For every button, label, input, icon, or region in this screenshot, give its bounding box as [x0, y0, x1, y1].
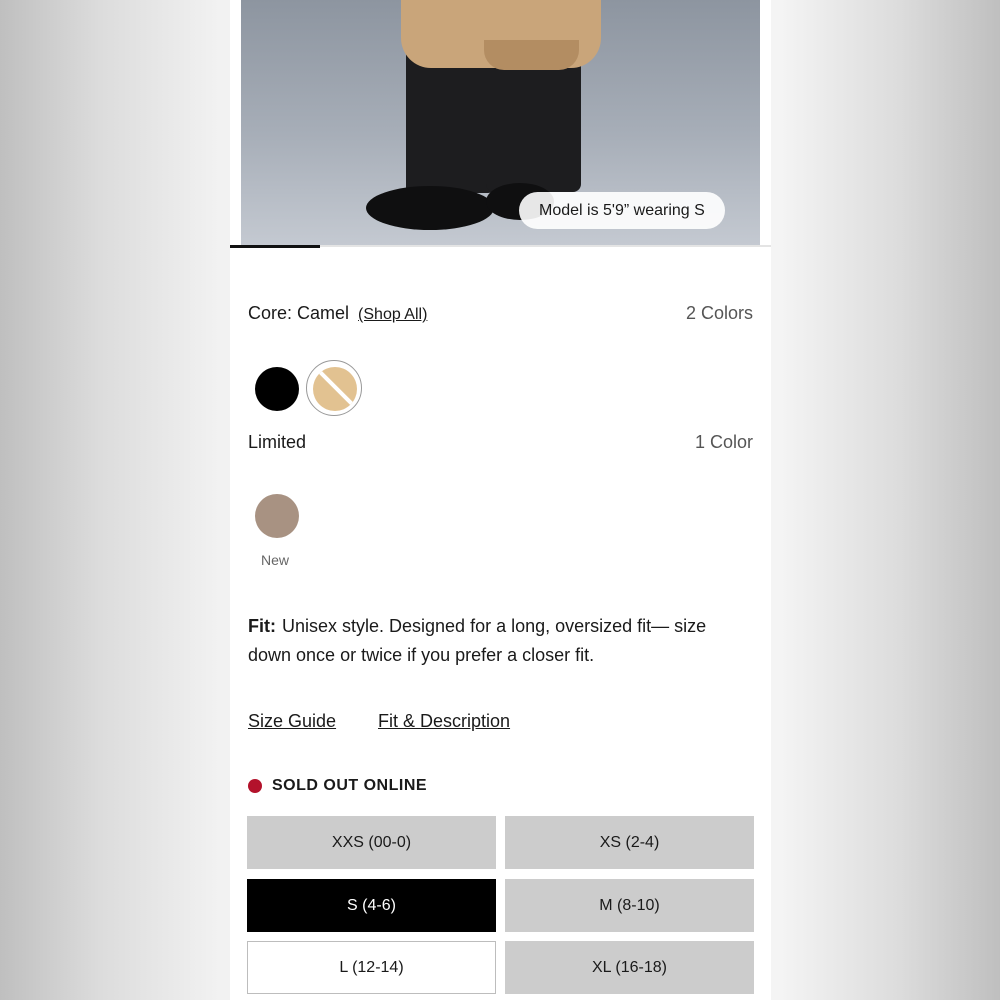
size-button-xs[interactable]: XS (2-4) [505, 816, 754, 869]
size-button-s[interactable]: S (4-6) [247, 879, 496, 932]
core-color-label: Core: Camel [248, 303, 350, 323]
product-photo[interactable]: Model is 5'9” wearing S [241, 0, 760, 245]
coat-fold [484, 40, 579, 70]
model-info-badge: Model is 5'9” wearing S [519, 192, 725, 229]
limited-color-count: 1 Color [694, 432, 753, 452]
availability-text: SOLD OUT ONLINE [272, 777, 428, 794]
status-dot-icon [248, 779, 262, 793]
swatch-black[interactable] [255, 367, 299, 411]
fit-label: Fit: [248, 616, 276, 636]
size-guide-link[interactable]: Size Guide [248, 711, 336, 732]
availability-status: SOLD OUT ONLINE [248, 777, 427, 795]
fit-description: Fit: Unisex style. Designed for a long, o… [248, 612, 753, 670]
swatch-camel[interactable] [313, 367, 357, 411]
fit-text: Unisex style. Designed for a long, overs… [248, 616, 707, 665]
size-button-xl[interactable]: XL (16-18) [505, 941, 754, 994]
size-button-l[interactable]: L (12-14) [247, 941, 496, 994]
sold-out-slash [314, 367, 357, 410]
carousel-progress-fill [230, 245, 320, 248]
swatch-taupe[interactable] [255, 494, 299, 538]
limited-color-label: Limited [248, 432, 307, 452]
core-color-heading: Core: Camel (Shop All) [248, 303, 427, 324]
core-color-row: Core: Camel (Shop All) 2 Colors [248, 303, 753, 324]
size-button-m[interactable]: M (8-10) [505, 879, 754, 932]
core-color-count: 2 Colors [685, 303, 753, 323]
model-right-leg [486, 50, 581, 192]
fit-description-link[interactable]: Fit & Description [378, 711, 510, 732]
new-badge: New [261, 552, 290, 568]
product-card: Model is 5'9” wearing S Core: Camel (Sho… [230, 0, 771, 1000]
model-left-shoe [366, 186, 494, 230]
shop-all-link[interactable]: (Shop All) [358, 306, 427, 323]
size-button-xxs[interactable]: XXS (00-0) [247, 816, 496, 869]
limited-color-row: Limited 1 Color [248, 432, 753, 453]
